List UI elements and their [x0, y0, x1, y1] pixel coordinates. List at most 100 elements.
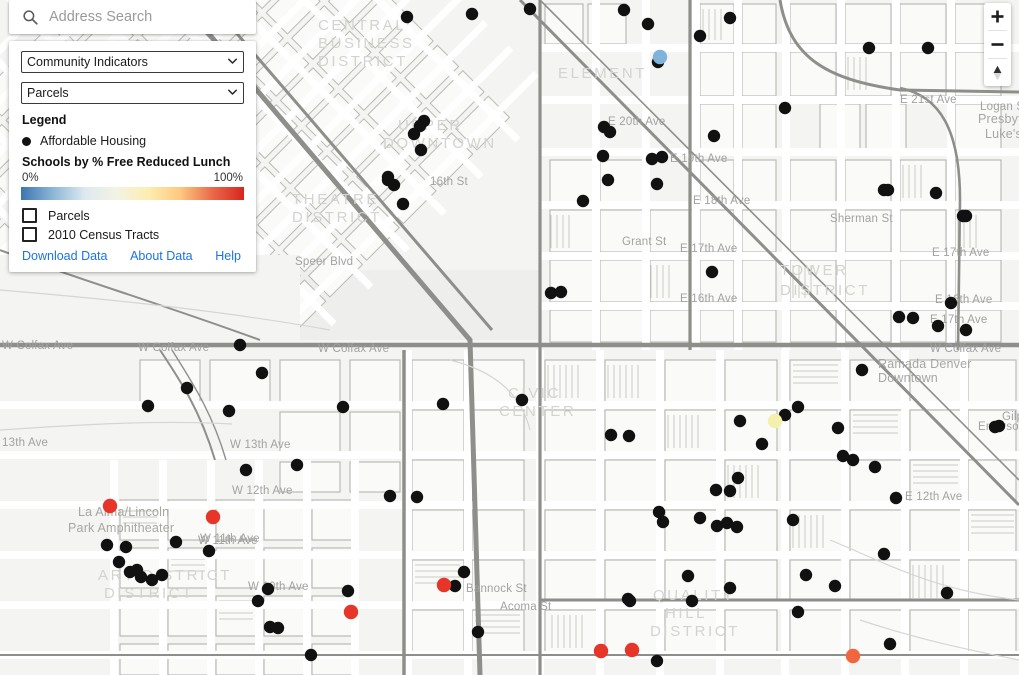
- affordable-housing-marker[interactable]: [799, 568, 813, 582]
- affordable-housing-marker[interactable]: [112, 555, 126, 569]
- affordable-housing-marker[interactable]: [641, 17, 655, 31]
- affordable-housing-marker[interactable]: [656, 515, 670, 529]
- affordable-housing-marker[interactable]: [650, 654, 664, 668]
- affordable-housing-marker[interactable]: [601, 173, 615, 187]
- affordable-housing-marker[interactable]: [263, 620, 277, 634]
- affordable-housing-marker[interactable]: [959, 323, 973, 337]
- zoom-in-button[interactable]: [984, 3, 1011, 30]
- affordable-housing-marker[interactable]: [169, 535, 183, 549]
- affordable-housing-marker[interactable]: [730, 520, 744, 534]
- checkbox-parcels[interactable]: [22, 208, 37, 223]
- school-marker[interactable]: [845, 648, 861, 664]
- affordable-housing-marker[interactable]: [465, 7, 479, 21]
- affordable-housing-marker[interactable]: [889, 491, 903, 505]
- affordable-housing-marker[interactable]: [436, 397, 450, 411]
- affordable-housing-marker[interactable]: [836, 449, 850, 463]
- affordable-housing-marker[interactable]: [723, 484, 737, 498]
- affordable-housing-marker[interactable]: [155, 568, 169, 582]
- affordable-housing-marker[interactable]: [791, 605, 805, 619]
- affordable-housing-marker[interactable]: [862, 41, 876, 55]
- affordable-housing-marker[interactable]: [786, 513, 800, 527]
- affordable-housing-marker[interactable]: [693, 29, 707, 43]
- affordable-housing-marker[interactable]: [251, 594, 265, 608]
- affordable-housing-marker[interactable]: [906, 311, 920, 325]
- affordable-housing-marker[interactable]: [202, 544, 216, 558]
- affordable-housing-marker[interactable]: [723, 11, 737, 25]
- affordable-housing-marker[interactable]: [929, 186, 943, 200]
- affordable-housing-marker[interactable]: [383, 489, 397, 503]
- affordable-housing-marker[interactable]: [940, 586, 954, 600]
- school-marker[interactable]: [102, 498, 118, 514]
- affordable-housing-marker[interactable]: [222, 404, 236, 418]
- about-data-link[interactable]: About Data: [130, 249, 193, 263]
- affordable-housing-marker[interactable]: [731, 471, 745, 485]
- indicator-select[interactable]: Community Indicators: [21, 51, 244, 73]
- affordable-housing-marker[interactable]: [100, 538, 114, 552]
- affordable-housing-marker[interactable]: [596, 149, 610, 163]
- affordable-housing-marker[interactable]: [400, 10, 414, 24]
- download-data-link[interactable]: Download Data: [22, 249, 107, 263]
- affordable-housing-marker[interactable]: [381, 173, 395, 187]
- indicator-select-wrapper[interactable]: Community Indicators: [21, 51, 244, 73]
- affordable-housing-marker[interactable]: [710, 519, 724, 533]
- affordable-housing-marker[interactable]: [956, 209, 970, 223]
- affordable-housing-marker[interactable]: [119, 540, 133, 554]
- affordable-housing-marker[interactable]: [290, 458, 304, 472]
- affordable-housing-marker[interactable]: [471, 625, 485, 639]
- affordable-housing-marker[interactable]: [931, 319, 945, 333]
- search-input[interactable]: [49, 9, 248, 25]
- affordable-housing-marker[interactable]: [396, 197, 410, 211]
- school-marker[interactable]: [652, 49, 668, 65]
- affordable-housing-marker[interactable]: [791, 400, 805, 414]
- checkbox-census-tracts[interactable]: [22, 227, 37, 242]
- affordable-housing-marker[interactable]: [410, 490, 424, 504]
- affordable-housing-marker[interactable]: [877, 547, 891, 561]
- help-link[interactable]: Help: [215, 249, 241, 263]
- affordable-housing-marker[interactable]: [233, 338, 247, 352]
- compass-button[interactable]: [984, 59, 1011, 86]
- affordable-housing-marker[interactable]: [778, 101, 792, 115]
- affordable-housing-marker[interactable]: [685, 594, 699, 608]
- affordable-housing-marker[interactable]: [261, 582, 275, 596]
- affordable-housing-marker[interactable]: [868, 460, 882, 474]
- affordable-housing-marker[interactable]: [988, 420, 1002, 434]
- zoom-out-button[interactable]: [984, 31, 1011, 58]
- affordable-housing-marker[interactable]: [603, 125, 617, 139]
- affordable-housing-marker[interactable]: [255, 366, 269, 380]
- affordable-housing-marker[interactable]: [892, 310, 906, 324]
- affordable-housing-marker[interactable]: [881, 183, 895, 197]
- affordable-housing-marker[interactable]: [733, 414, 747, 428]
- affordable-housing-marker[interactable]: [414, 143, 428, 157]
- affordable-housing-marker[interactable]: [622, 429, 636, 443]
- affordable-housing-marker[interactable]: [723, 581, 737, 595]
- affordable-housing-marker[interactable]: [336, 400, 350, 414]
- affordable-housing-marker[interactable]: [515, 393, 529, 407]
- affordable-housing-marker[interactable]: [650, 177, 664, 191]
- school-marker[interactable]: [767, 413, 783, 429]
- affordable-housing-marker[interactable]: [921, 41, 935, 55]
- affordable-housing-marker[interactable]: [828, 579, 842, 593]
- checkbox-row-census-tracts[interactable]: 2010 Census Tracts: [22, 227, 244, 242]
- affordable-housing-marker[interactable]: [707, 129, 721, 143]
- affordable-housing-marker[interactable]: [304, 648, 318, 662]
- affordable-housing-marker[interactable]: [883, 637, 897, 651]
- affordable-housing-marker[interactable]: [709, 483, 723, 497]
- affordable-housing-marker[interactable]: [617, 3, 631, 17]
- school-marker[interactable]: [436, 577, 452, 593]
- affordable-housing-marker[interactable]: [180, 381, 194, 395]
- layer-select[interactable]: Parcels: [21, 82, 244, 104]
- affordable-housing-marker[interactable]: [554, 285, 568, 299]
- affordable-housing-marker[interactable]: [604, 428, 618, 442]
- affordable-housing-marker[interactable]: [130, 563, 144, 577]
- affordable-housing-marker[interactable]: [407, 127, 421, 141]
- affordable-housing-marker[interactable]: [944, 296, 958, 310]
- affordable-housing-marker[interactable]: [523, 2, 537, 16]
- affordable-housing-marker[interactable]: [855, 363, 869, 377]
- layer-select-wrapper[interactable]: Parcels: [21, 82, 244, 104]
- affordable-housing-marker[interactable]: [681, 569, 695, 583]
- school-marker[interactable]: [624, 642, 640, 658]
- affordable-housing-marker[interactable]: [623, 594, 637, 608]
- affordable-housing-marker[interactable]: [645, 152, 659, 166]
- affordable-housing-marker[interactable]: [831, 421, 845, 435]
- affordable-housing-marker[interactable]: [705, 265, 719, 279]
